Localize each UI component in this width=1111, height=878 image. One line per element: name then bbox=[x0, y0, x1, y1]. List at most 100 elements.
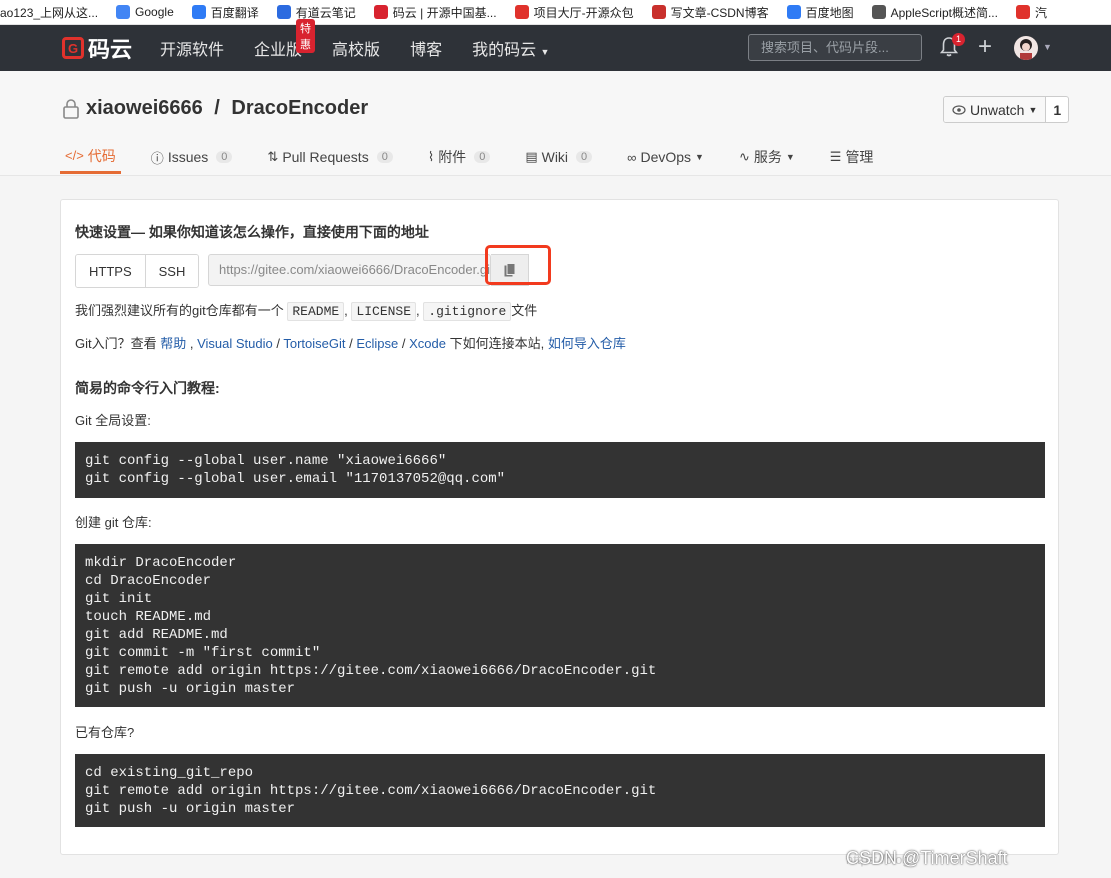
https-button[interactable]: HTTPS bbox=[76, 255, 145, 287]
search-input[interactable]: 搜索项目、代码片段... bbox=[748, 34, 922, 61]
google-icon bbox=[116, 5, 131, 19]
quick-setup-panel: 快速设置— 如果你知道该怎么操作，直接使用下面的地址 HTTPS SSH htt… bbox=[60, 199, 1059, 855]
nav-my-gitee-label: 我的码云 bbox=[472, 42, 537, 59]
visual-studio-link[interactable]: Visual Studio bbox=[197, 336, 273, 351]
gitee-logo[interactable]: G 码云 bbox=[62, 32, 132, 64]
create-repo-code: mkdir DracoEncoder cd DracoEncoder git i… bbox=[75, 544, 1045, 707]
manage-icon: ☰ bbox=[829, 149, 842, 164]
lock-icon bbox=[63, 98, 79, 119]
bookmark-item[interactable]: 汽 bbox=[1015, 4, 1047, 21]
repo-separator: / bbox=[208, 97, 226, 119]
help-prefix: Git入门？查看 bbox=[75, 336, 161, 351]
bookmark-item[interactable]: 有道云笔记 bbox=[276, 4, 356, 21]
tab-attachment[interactable]: ⌇ 附件 0 bbox=[423, 140, 495, 174]
nav-blog[interactable]: 博客 bbox=[410, 36, 442, 60]
nav-enterprise-label: 企业版 bbox=[254, 42, 303, 59]
slash-2: / bbox=[345, 336, 357, 351]
issues-icon: ⓘ bbox=[150, 150, 164, 166]
repo-title: xiaowei6666 / DracoEncoder bbox=[62, 97, 368, 120]
tab-label: Issues bbox=[167, 149, 209, 165]
readme-code: README bbox=[287, 302, 345, 321]
nav-open-source[interactable]: 开源软件 bbox=[160, 36, 224, 60]
baidu-map-icon bbox=[786, 5, 801, 19]
tab-wiki[interactable]: ▤ Wiki 0 bbox=[520, 140, 597, 174]
bookmark-item[interactable]: 码云 | 开源中国基... bbox=[373, 4, 497, 21]
tutorial-title: 简易的命令行入门教程: bbox=[75, 380, 220, 396]
bookmark-label: 百度翻译 bbox=[210, 5, 259, 20]
baidu-translate-icon bbox=[191, 5, 206, 19]
protocol-switch: HTTPS SSH bbox=[75, 254, 200, 288]
bookmark-item[interactable]: 写文章-CSDN博客 bbox=[651, 4, 769, 21]
attachment-icon: ⌇ bbox=[427, 149, 435, 164]
wiki-icon: ▤ bbox=[525, 149, 538, 164]
top-navbar: G 码云 开源软件 企业版 特惠 高校版 博客 我的码云 ▼ 搜索项目、代码片段… bbox=[0, 19, 1111, 71]
nav-enterprise[interactable]: 企业版 特惠 bbox=[254, 19, 316, 60]
eye-icon bbox=[952, 104, 966, 115]
clone-url-input[interactable]: https://gitee.com/xiaowei6666/DracoEncod… bbox=[208, 254, 491, 286]
bookmark-item[interactable]: ao123_上网从这... bbox=[0, 4, 98, 21]
bookmark-label: Google bbox=[135, 5, 174, 19]
logo-text: 码云 bbox=[88, 37, 133, 62]
bookmark-item[interactable]: 百度地图 bbox=[786, 4, 854, 21]
service-icon: ∿ bbox=[738, 149, 750, 164]
quick-setup-title: 快速设置— 如果你知道该怎么操作，直接使用下面的地址 bbox=[75, 224, 429, 240]
tab-label: 服务 bbox=[753, 149, 782, 165]
bookmark-label: 汽 bbox=[1034, 5, 1047, 20]
unwatch-control: Unwatch ▼ 1 bbox=[943, 96, 1070, 123]
bookmark-label: 有道云笔记 bbox=[295, 5, 356, 20]
tab-devops[interactable]: ∞ DevOps ▼ bbox=[622, 140, 709, 174]
slash-1: / bbox=[272, 336, 284, 351]
tab-issues[interactable]: ⓘ Issues 0 bbox=[146, 140, 238, 174]
nav-my-gitee[interactable]: 我的码云 ▼ bbox=[472, 36, 549, 60]
eclipse-link[interactable]: Eclipse bbox=[356, 336, 398, 351]
repo-header: xiaowei6666 / DracoEncoder Unwatch ▼ 1 <… bbox=[0, 71, 1111, 176]
devops-icon: ∞ bbox=[627, 149, 637, 165]
tab-service[interactable]: ∿ 服务 ▼ bbox=[734, 140, 800, 174]
promo-badge: 特惠 bbox=[296, 19, 316, 53]
tab-count-badge: 0 bbox=[576, 151, 593, 163]
gitignore-code: .gitignore bbox=[423, 302, 512, 321]
license-code: LICENSE bbox=[351, 302, 417, 321]
bookmarks-bar: ao123_上网从这... Google 百度翻译 有道云笔记 码云 | 开源中国基..… bbox=[0, 0, 1111, 25]
avatar-chevron-down-icon[interactable]: ▼ bbox=[1043, 42, 1052, 52]
avatar[interactable] bbox=[1014, 36, 1038, 60]
nav-education[interactable]: 高校版 bbox=[332, 36, 380, 60]
chevron-down-icon: ▼ bbox=[695, 152, 704, 162]
watch-count[interactable]: 1 bbox=[1046, 97, 1068, 122]
bookmark-item[interactable]: 百度翻译 bbox=[191, 4, 259, 21]
ssh-button[interactable]: SSH bbox=[144, 255, 199, 287]
apple-icon bbox=[871, 5, 886, 19]
bookmark-item[interactable]: Google bbox=[116, 5, 174, 19]
csdn-icon bbox=[651, 5, 666, 19]
plus-icon[interactable]: + bbox=[978, 35, 992, 59]
tortoisegit-link[interactable]: TortoiseGit bbox=[283, 336, 345, 351]
bookmark-item[interactable]: AppleScript概述简... bbox=[871, 4, 998, 21]
bookmark-item[interactable]: 项目大厅-开源众包 bbox=[514, 4, 634, 21]
repo-owner-link[interactable]: xiaowei6666 bbox=[86, 97, 203, 120]
pull-request-icon: ⇅ bbox=[267, 149, 279, 164]
xcode-link[interactable]: Xcode bbox=[409, 336, 446, 351]
code-icon: </> bbox=[65, 148, 84, 163]
gitee-logo-icon: G bbox=[62, 37, 84, 59]
import-repo-link[interactable]: 如何导入仓库 bbox=[548, 336, 626, 351]
unwatch-label: Unwatch bbox=[970, 101, 1025, 118]
help-link[interactable]: 帮助 bbox=[160, 336, 186, 351]
watermark-text: CSDN @TimerShaft bbox=[846, 848, 1008, 868]
bookmark-label: AppleScript概述简... bbox=[890, 5, 998, 20]
tab-manage[interactable]: ☰ 管理 bbox=[825, 140, 879, 174]
tab-label: 管理 bbox=[845, 149, 874, 165]
repo-name-link[interactable]: DracoEncoder bbox=[231, 97, 368, 120]
bookmark-label: 项目大厅-开源众包 bbox=[533, 5, 634, 20]
create-repo-label: 创建 git 仓库: bbox=[75, 515, 152, 530]
notification-badge: 1 bbox=[952, 33, 965, 46]
bookmark-label: ao123_上网从这... bbox=[0, 5, 99, 20]
kaiyuan-icon bbox=[514, 5, 529, 19]
tab-label: DevOps bbox=[640, 149, 692, 165]
tab-pull-request[interactable]: ⇅ Pull Requests 0 bbox=[262, 140, 397, 174]
unwatch-button[interactable]: Unwatch ▼ bbox=[944, 97, 1047, 122]
chevron-down-icon: ▼ bbox=[785, 152, 795, 162]
help-line: Git入门？查看 帮助 , Visual Studio / TortoiseGi… bbox=[75, 333, 626, 352]
global-settings-label: Git 全局设置: bbox=[75, 413, 151, 428]
tab-code[interactable]: </> 代码 bbox=[60, 140, 121, 174]
recommend-comma-1: , bbox=[344, 303, 348, 318]
